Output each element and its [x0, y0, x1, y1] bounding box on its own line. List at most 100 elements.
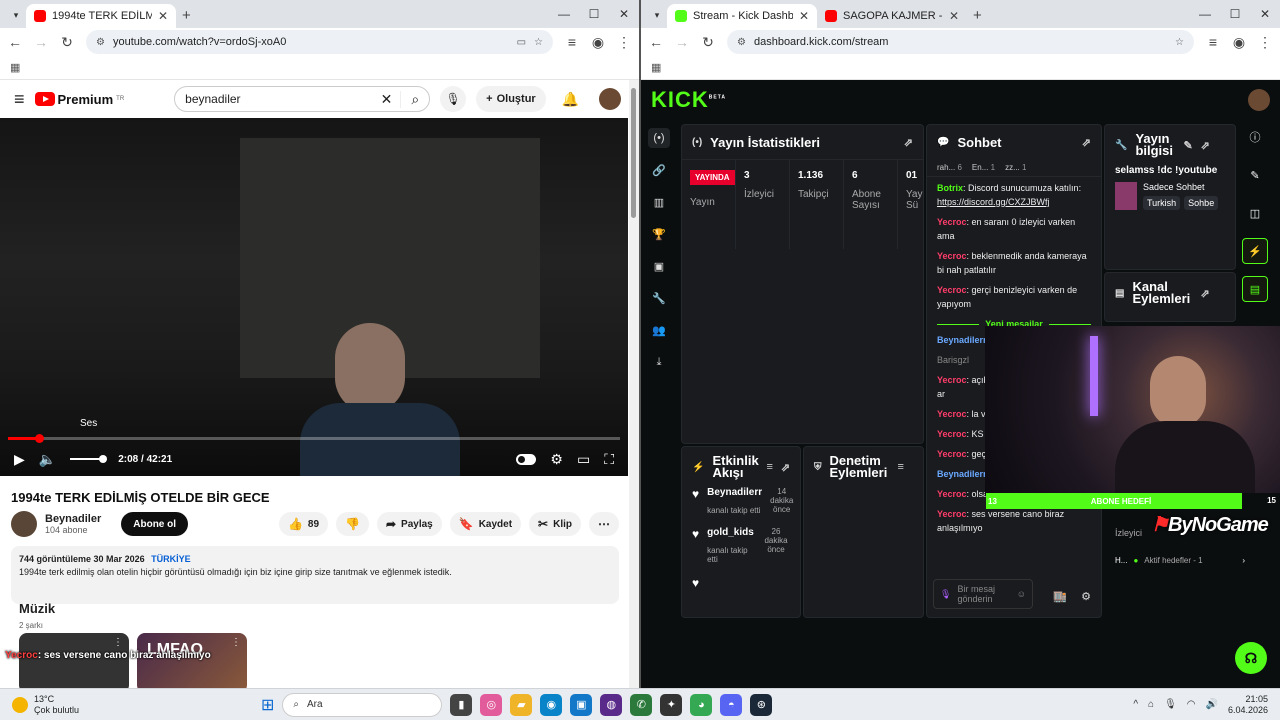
chevron-up-icon[interactable]: ^: [1133, 699, 1138, 710]
edge-icon[interactable]: ◉: [540, 693, 563, 716]
notes-icon[interactable]: ▤: [1242, 276, 1268, 302]
apps-grid-icon[interactable]: ▦: [10, 61, 20, 74]
clear-search-icon[interactable]: ✕: [381, 91, 393, 108]
tag[interactable]: Turkish: [1143, 196, 1181, 210]
chat-user[interactable]: Beynadilerr: [937, 469, 987, 479]
progress-knob[interactable]: [34, 434, 44, 443]
chat-user[interactable]: Yecroc: [937, 429, 967, 439]
minimize-icon[interactable]: —: [1190, 0, 1220, 28]
capcut-icon[interactable]: ✦: [660, 693, 683, 716]
profile-icon[interactable]: ◉: [1232, 34, 1246, 51]
close-window-icon[interactable]: ✕: [1250, 0, 1280, 28]
settings-gear-icon[interactable]: ⚙: [550, 451, 563, 468]
chat-user[interactable]: Yecroc: [937, 285, 967, 295]
wifi-icon[interactable]: ◠: [1187, 699, 1196, 710]
voice-search-icon[interactable]: 🎙: [440, 86, 467, 112]
tab-youtube-video[interactable]: 1994te TERK EDİLMİŞ OTELDE B ✕: [26, 4, 176, 28]
lightning-icon[interactable]: ⚡: [1242, 238, 1268, 264]
file-explorer-icon[interactable]: ▰: [510, 693, 533, 716]
video-nav-icon[interactable]: ▣: [648, 256, 670, 276]
trophy-nav-icon[interactable]: 🏆: [648, 224, 670, 244]
tab-kick-dashboard[interactable]: Stream - Kick Dashboard ✕: [667, 4, 817, 28]
activity-user[interactable]: Beynadilerr: [707, 487, 762, 498]
wrench-nav-icon[interactable]: 🔧: [648, 288, 670, 308]
avatar[interactable]: [599, 88, 622, 110]
channel-avatar[interactable]: [11, 511, 37, 537]
profile-icon[interactable]: ◉: [591, 34, 605, 51]
task-view-icon[interactable]: ▮: [450, 693, 473, 716]
weather-widget[interactable]: 13°C Çok bulutlu: [0, 694, 180, 716]
popout-icon[interactable]: ⇗: [781, 461, 790, 474]
subscribe-button[interactable]: Abone ol: [121, 512, 189, 536]
bookmark-star-icon[interactable]: ☆: [534, 37, 543, 48]
obs-icon[interactable]: ◍: [600, 693, 623, 716]
steam-icon[interactable]: ⊛: [750, 693, 773, 716]
more-dots-icon[interactable]: ⋮: [231, 637, 241, 648]
video-player[interactable]: Ses ▶ 🔈 2:08 / 42:21 ⚙ ▭ ⛶: [0, 118, 628, 476]
close-tab-icon[interactable]: ✕: [158, 9, 168, 23]
tab-search-icon[interactable]: ▾: [647, 4, 667, 26]
cast-icon[interactable]: ▭: [517, 37, 526, 48]
chrome-icon[interactable]: ◕: [690, 693, 713, 716]
scrollbar-thumb[interactable]: [631, 88, 636, 218]
emoji-icon[interactable]: ☺: [1017, 589, 1026, 599]
reload-icon[interactable]: ↻: [701, 34, 715, 51]
progress-bar[interactable]: [8, 434, 620, 443]
pinned-user[interactable]: zz... 1: [1005, 163, 1026, 172]
url-field[interactable]: ⚙ dashboard.kick.com/stream ☆: [727, 30, 1194, 54]
popout-icon[interactable]: ⇗: [904, 136, 913, 149]
activity-user[interactable]: gold_kids: [707, 527, 754, 538]
link-nav-icon[interactable]: 🔗: [648, 160, 670, 180]
search-input[interactable]: beynadiler: [185, 92, 372, 106]
maximize-icon[interactable]: ☐: [1220, 0, 1250, 28]
tab-search-icon[interactable]: ▾: [6, 4, 26, 26]
edit-icon[interactable]: ✎: [1183, 139, 1192, 152]
url-field[interactable]: ⚙ youtube.com/watch?v=ordoSj-xoA0 ▭ ☆: [86, 30, 553, 54]
like-button[interactable]: 👍 89: [278, 512, 329, 536]
chat-user[interactable]: Yecroc: [937, 217, 967, 227]
support-chat-button[interactable]: ☊: [1235, 642, 1267, 674]
store-icon[interactable]: ▣: [570, 693, 593, 716]
stream-nav-icon[interactable]: (•): [648, 128, 670, 148]
mic-icon[interactable]: 🎙: [940, 589, 951, 600]
analytics-nav-icon[interactable]: ▥: [648, 192, 670, 212]
menu-dots-icon[interactable]: ⋮: [1258, 34, 1272, 51]
copilot-icon[interactable]: ◎: [480, 693, 503, 716]
volume-slider[interactable]: [70, 455, 108, 463]
forward-icon[interactable]: →: [675, 34, 689, 50]
site-info-icon[interactable]: ⚙: [737, 37, 746, 48]
discord-icon[interactable]: ◓: [720, 693, 743, 716]
back-icon[interactable]: ←: [649, 34, 663, 50]
menu-dots-icon[interactable]: ⋮: [617, 34, 631, 51]
media-control-icon[interactable]: ≡: [565, 34, 579, 50]
microphone-icon[interactable]: 🎙: [1164, 699, 1177, 710]
description-box[interactable]: 744 görüntüleme 30 Mar 2026 TÜRKİYE 1994…: [11, 546, 619, 604]
hamburger-menu-icon[interactable]: ≡: [14, 89, 25, 110]
page-scrollbar[interactable]: [629, 80, 639, 688]
play-icon[interactable]: ▶: [14, 451, 25, 468]
share-button[interactable]: ➦ Paylaş: [376, 512, 442, 536]
close-tab-icon[interactable]: ✕: [949, 9, 959, 23]
tab-sagopa[interactable]: SAGOPA KAJMER - KARIŞIK AL ✕: [817, 4, 967, 28]
whatsapp-icon[interactable]: ✆: [630, 693, 653, 716]
chat-user[interactable]: Yecroc: [937, 251, 967, 261]
maximize-icon[interactable]: ☐: [579, 0, 609, 28]
bookmark-star-icon[interactable]: ☆: [1175, 37, 1184, 48]
close-tab-icon[interactable]: ✕: [799, 9, 809, 23]
clip-button[interactable]: ✂ Klip: [529, 512, 581, 536]
chat-user[interactable]: Yecroc: [937, 489, 967, 499]
more-actions-button[interactable]: ⋯: [589, 512, 619, 536]
search-icon[interactable]: ⌕: [400, 90, 419, 108]
new-tab-icon[interactable]: +: [973, 7, 982, 24]
forward-icon[interactable]: →: [34, 34, 48, 50]
chat-user[interactable]: Yecroc: [937, 375, 967, 385]
search-box[interactable]: beynadiler ✕ ⌕: [174, 86, 431, 112]
kick-logo[interactable]: KICKBETA: [651, 87, 726, 113]
download-nav-icon[interactable]: ⤓: [648, 352, 670, 372]
theater-mode-icon[interactable]: ▭: [577, 451, 590, 468]
filter-icon[interactable]: ≡: [766, 461, 772, 473]
notifications-bell-icon[interactable]: 🔔: [562, 91, 579, 108]
chat-user[interactable]: Yecroc: [937, 449, 967, 459]
store-icon[interactable]: 🏬: [1053, 590, 1067, 603]
tag[interactable]: Sohbe: [1184, 196, 1219, 210]
